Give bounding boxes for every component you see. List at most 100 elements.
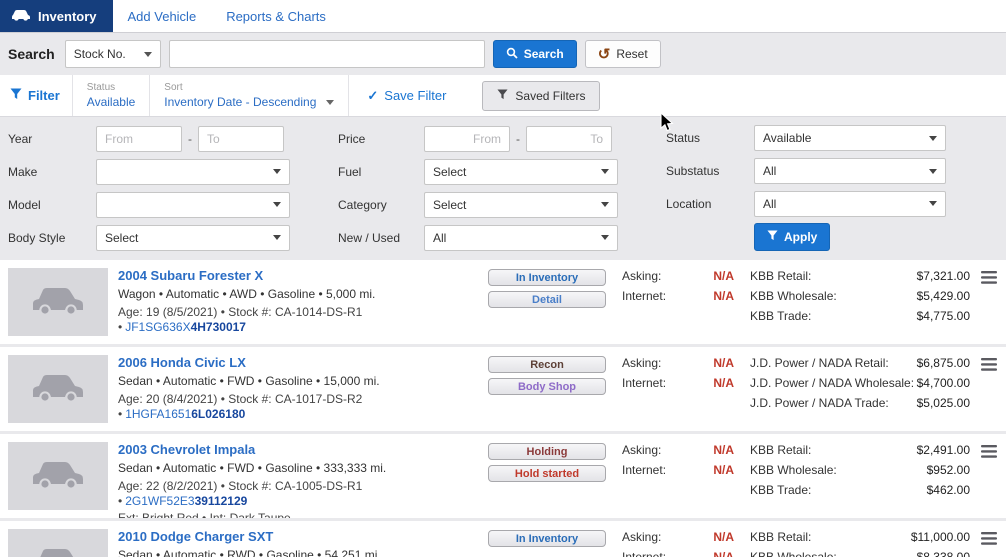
search-button[interactable]: Search bbox=[492, 40, 577, 68]
filter-toggle-button[interactable]: Filter bbox=[8, 75, 72, 116]
vehicle-title-link[interactable]: 2004 Subaru Forester X bbox=[118, 268, 488, 284]
status-badge[interactable]: Detail bbox=[488, 291, 606, 308]
vehicle-row: 2010 Dodge Charger SXT Sedan • Automatic… bbox=[0, 521, 1006, 557]
category-select[interactable]: Select bbox=[424, 191, 618, 218]
row-menu-button[interactable] bbox=[980, 357, 998, 423]
vehicle-photo-placeholder[interactable] bbox=[8, 529, 108, 557]
filter-bar: Filter Status Available Sort Inventory D… bbox=[0, 75, 1006, 117]
tab-inventory-label: Inventory bbox=[38, 8, 97, 24]
sort-dropdown[interactable]: Sort Inventory Date - Descending bbox=[149, 75, 350, 116]
vehicle-book-values: J.D. Power / NADA Retail: $6,875.00 J.D. … bbox=[750, 355, 970, 423]
year-from-input[interactable] bbox=[96, 125, 182, 152]
book-value-label: KBB Trade: bbox=[750, 483, 812, 497]
body-style-select[interactable]: Select bbox=[96, 224, 290, 251]
row-menu-button[interactable] bbox=[980, 531, 998, 557]
filter-status-summary[interactable]: Status Available bbox=[71, 75, 149, 116]
reset-button[interactable]: ↺ Reset bbox=[584, 40, 661, 68]
model-select[interactable] bbox=[96, 191, 290, 218]
make-select[interactable] bbox=[96, 158, 290, 185]
pricing-value: N/A bbox=[713, 530, 734, 544]
book-value-amount: $5,025.00 bbox=[916, 396, 970, 410]
book-value-label: KBB Wholesale: bbox=[750, 550, 837, 557]
vehicle-photo-placeholder[interactable] bbox=[8, 442, 108, 510]
vin-link[interactable]: 1HGFA1651 bbox=[125, 407, 191, 421]
vehicle-info: 2006 Honda Civic LX Sedan • Automatic • … bbox=[118, 355, 488, 423]
chevron-down-icon bbox=[273, 235, 281, 240]
vehicle-photo-placeholder[interactable] bbox=[8, 268, 108, 336]
book-value-amount: $4,700.00 bbox=[916, 376, 970, 390]
row-menu-button[interactable] bbox=[980, 270, 998, 336]
status-select-value: Available bbox=[763, 131, 812, 146]
tab-reports-charts[interactable]: Reports & Charts bbox=[211, 0, 341, 32]
chevron-down-icon bbox=[601, 202, 609, 207]
vehicle-colors: Ext: Bright Red • Int: Dark Taupe bbox=[118, 511, 291, 518]
book-value-label: KBB Wholesale: bbox=[750, 463, 837, 477]
vin-link[interactable]: 2G1WF52E3 bbox=[125, 494, 194, 508]
row-menu-button[interactable] bbox=[980, 444, 998, 510]
reset-icon: ↺ bbox=[597, 45, 611, 63]
substatus-label: Substatus bbox=[666, 164, 720, 178]
new-used-select[interactable]: All bbox=[424, 224, 618, 251]
pricing-label: Internet: bbox=[622, 289, 667, 303]
chevron-down-icon bbox=[143, 51, 152, 57]
saved-filters-label: Saved Filters bbox=[515, 88, 586, 103]
apply-button[interactable]: Apply bbox=[754, 223, 831, 252]
vehicle-title-link[interactable]: 2003 Chevrolet Impala bbox=[118, 442, 488, 458]
tab-add-vehicle[interactable]: Add Vehicle bbox=[113, 0, 212, 32]
book-value-amount: $2,491.00 bbox=[916, 443, 970, 457]
search-field-select[interactable]: Stock No. bbox=[64, 40, 161, 68]
vin-last8[interactable]: 39112129 bbox=[195, 494, 248, 508]
car-icon bbox=[11, 9, 31, 24]
location-select[interactable]: All bbox=[754, 190, 946, 217]
range-separator: - bbox=[188, 131, 192, 146]
chevron-down-icon bbox=[273, 169, 281, 174]
make-label: Make bbox=[8, 164, 38, 179]
save-filter-label: Save Filter bbox=[384, 88, 447, 103]
status-badge[interactable]: In Inventory bbox=[488, 269, 606, 286]
substatus-select[interactable]: All bbox=[754, 158, 946, 184]
vin-last8[interactable]: 4H730017 bbox=[191, 320, 246, 334]
pricing-value: N/A bbox=[713, 289, 734, 303]
status-badge[interactable]: Hold started bbox=[488, 465, 606, 482]
price-from-input[interactable] bbox=[424, 125, 510, 152]
status-badge[interactable]: Recon bbox=[488, 356, 606, 373]
search-field-select-value: Stock No. bbox=[73, 47, 126, 61]
search-label: Search bbox=[8, 46, 55, 62]
vehicle-age-stock-vin: Age: 20 (8/4/2021) • Stock #: CA-1017-DS… bbox=[118, 392, 488, 422]
fuel-select-value: Select bbox=[433, 164, 467, 179]
filter-status-value: Available bbox=[86, 95, 136, 109]
book-value-amount: $6,875.00 bbox=[916, 356, 970, 370]
search-input[interactable] bbox=[168, 40, 485, 68]
book-value-amount: $952.00 bbox=[926, 463, 970, 477]
fuel-select[interactable]: Select bbox=[424, 158, 618, 185]
status-select[interactable]: Available bbox=[754, 125, 946, 152]
book-value-label: KBB Retail: bbox=[750, 269, 812, 283]
saved-filters-button[interactable]: Saved Filters bbox=[482, 80, 601, 111]
new-used-select-value: All bbox=[433, 230, 447, 245]
filter-toggle-label: Filter bbox=[28, 88, 60, 103]
vin-last8[interactable]: 6L026180 bbox=[191, 407, 245, 421]
vehicle-row: 2006 Honda Civic LX Sedan • Automatic • … bbox=[0, 347, 1006, 431]
vehicle-title-link[interactable]: 2006 Honda Civic LX bbox=[118, 355, 488, 371]
status-badge[interactable]: Holding bbox=[488, 443, 606, 460]
year-to-input[interactable] bbox=[198, 125, 284, 152]
vehicle-photo-placeholder[interactable] bbox=[8, 355, 108, 423]
status-badge[interactable]: In Inventory bbox=[488, 530, 606, 547]
book-value-amount: $4,775.00 bbox=[916, 309, 970, 323]
search-button-label: Search bbox=[523, 47, 564, 61]
vehicle-book-values: KBB Retail: $11,000.00 KBB Wholesale: $8,3… bbox=[750, 529, 970, 557]
vehicle-age-stock-vin: Age: 19 (8/5/2021) • Stock #: CA-1014-DS… bbox=[118, 305, 488, 335]
book-value-label: J.D. Power / NADA Retail: bbox=[750, 356, 889, 370]
chevron-down-icon bbox=[273, 202, 281, 207]
status-label: Status bbox=[666, 131, 701, 146]
save-filter-link[interactable]: ✓ Save Filter bbox=[357, 75, 456, 116]
vehicle-book-values: KBB Retail: $7,321.00 KBB Wholesale: $5,42… bbox=[750, 268, 970, 336]
sort-value: Inventory Date - Descending bbox=[164, 95, 317, 109]
vehicle-specs: Sedan • Automatic • FWD • Gasoline • 15,… bbox=[118, 374, 380, 388]
status-badge[interactable]: Body Shop bbox=[488, 378, 606, 395]
vehicle-title-link[interactable]: 2010 Dodge Charger SXT bbox=[118, 529, 488, 545]
vin-link[interactable]: JF1SG636X bbox=[125, 320, 190, 334]
tab-inventory[interactable]: Inventory bbox=[0, 0, 113, 32]
range-separator: - bbox=[516, 131, 520, 146]
price-to-input[interactable] bbox=[526, 125, 612, 152]
